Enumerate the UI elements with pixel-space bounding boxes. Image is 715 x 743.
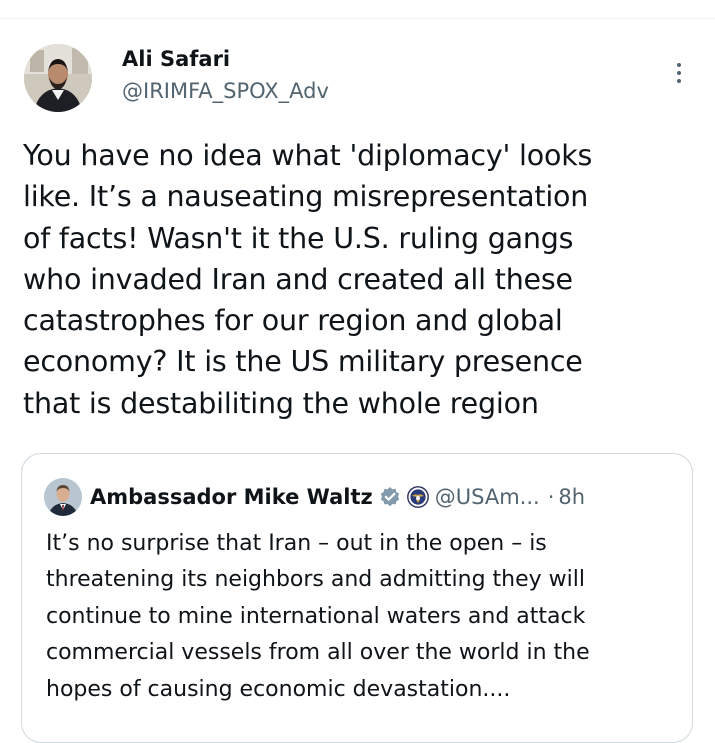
government-seal-icon[interactable] (406, 486, 429, 508)
top-divider (0, 18, 715, 19)
verified-badge-icon[interactable] (379, 486, 401, 508)
quoted-tweet-text: It’s no surprise that Iran – out in the … (46, 531, 590, 702)
quoted-author-display-name[interactable]: Ambassador Mike Waltz (90, 485, 373, 509)
tweet-text: You have no idea what 'diplomacy' looks … (23, 139, 593, 420)
quoted-tweet-card[interactable]: Ambassador Mike Waltz @USAm... · 8h It’s… (21, 453, 693, 743)
author-avatar-image (24, 44, 92, 112)
author-display-name[interactable]: Ali Safari (122, 47, 230, 71)
more-dot (677, 63, 681, 67)
quoted-tweet-timestamp[interactable]: 8h (558, 485, 585, 509)
quoted-author-handle[interactable]: @USAm... (435, 485, 540, 509)
more-dot (677, 79, 681, 83)
quoted-author-avatar-image (44, 478, 82, 516)
author-avatar[interactable] (24, 44, 92, 112)
quoted-tweet-header: Ambassador Mike Waltz @USAm... · 8h (90, 482, 585, 512)
separator-dot: · (547, 485, 555, 509)
quoted-author-avatar[interactable] (44, 478, 82, 516)
more-vertical-icon[interactable] (668, 58, 690, 88)
more-dot (677, 71, 681, 75)
author-handle[interactable]: @IRIMFA_SPOX_Adv (122, 79, 329, 103)
